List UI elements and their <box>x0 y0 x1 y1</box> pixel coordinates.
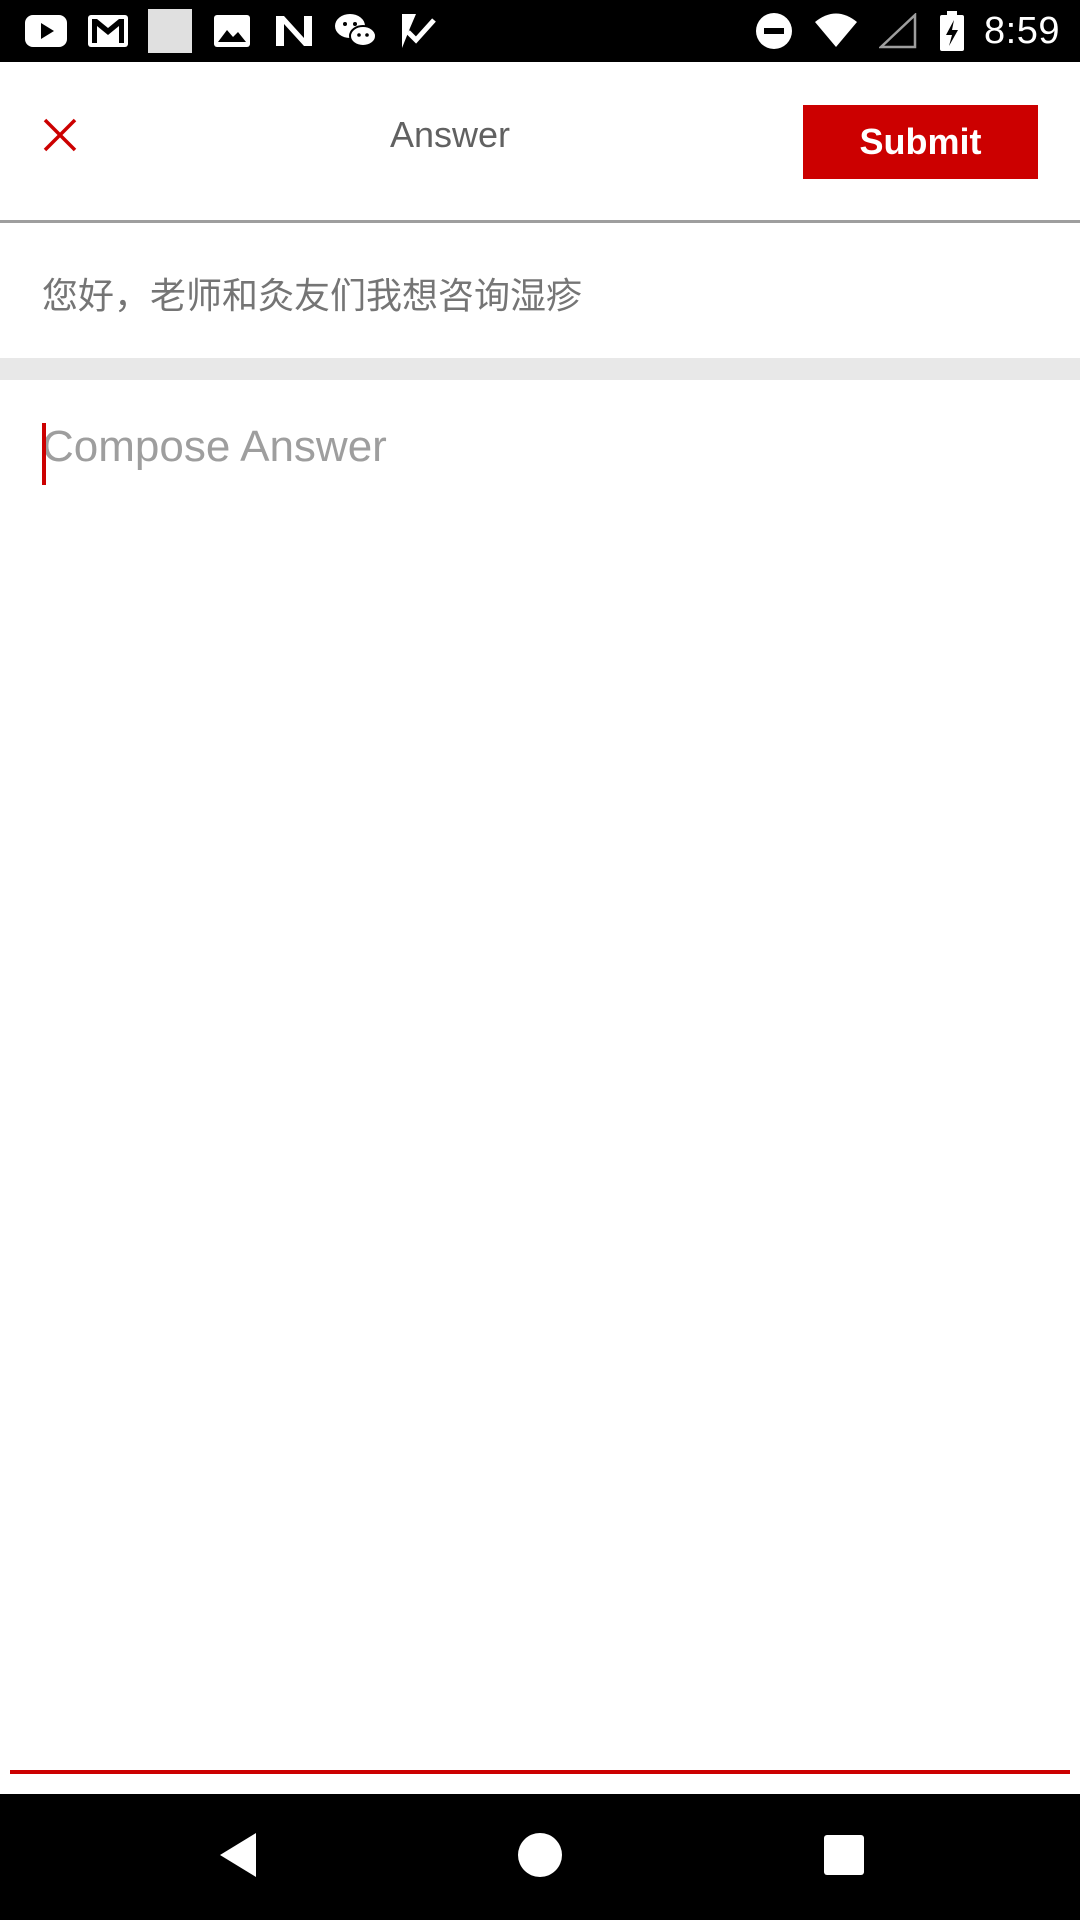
submit-button[interactable]: Submit <box>803 105 1038 179</box>
status-clock: 8:59 <box>984 9 1060 52</box>
compose-answer-input[interactable] <box>42 422 1042 1672</box>
navigation-bar <box>0 1794 1080 1920</box>
app-bar: Answer Submit <box>0 62 1080 223</box>
task-check-icon <box>396 11 440 51</box>
notification-icons <box>24 8 440 54</box>
home-button[interactable] <box>500 1817 580 1897</box>
page-title: Answer <box>389 114 511 155</box>
blank-notification-icon <box>148 9 192 53</box>
back-icon <box>216 1831 260 1884</box>
close-button[interactable] <box>28 105 92 169</box>
question-text: 您好，老师和灸友们我想咨询湿疹 <box>42 276 583 317</box>
compose-underline <box>10 1770 1070 1774</box>
photo-icon <box>210 11 254 51</box>
answer-screen: 8:59 Answer Submit 您好，老师和灸友们我想咨询湿疹 <box>0 0 1080 1920</box>
battery-charging-icon <box>938 11 966 51</box>
section-divider <box>0 358 1080 380</box>
recents-icon <box>823 1834 865 1881</box>
wifi-icon <box>814 11 858 51</box>
text-cursor <box>42 423 46 485</box>
wechat-icon <box>334 11 378 51</box>
close-icon <box>42 117 78 158</box>
home-icon <box>517 1832 563 1883</box>
status-bar: 8:59 <box>0 0 1080 62</box>
recents-button[interactable] <box>804 1817 884 1897</box>
back-button[interactable] <box>198 1817 278 1897</box>
question-section: 您好，老师和灸友们我想咨询湿疹 <box>0 223 1080 358</box>
system-status-icons: 8:59 <box>752 8 1060 54</box>
compose-area <box>0 380 1080 1770</box>
gmail-icon <box>86 11 130 51</box>
youtube-icon <box>24 11 68 51</box>
do-not-disturb-icon <box>752 11 796 51</box>
signal-icon <box>876 11 920 51</box>
n-app-icon <box>272 11 316 51</box>
